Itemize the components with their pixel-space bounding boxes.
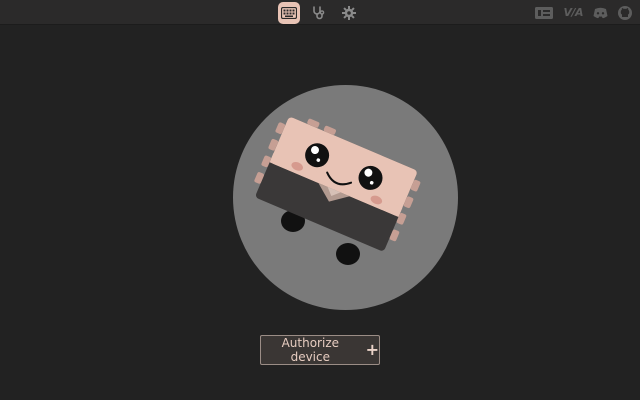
discord-icon xyxy=(593,7,608,18)
github-icon xyxy=(618,5,632,20)
mascot-circle xyxy=(233,85,458,310)
nav-debug-button[interactable] xyxy=(308,2,330,24)
github-link[interactable] xyxy=(618,2,632,24)
via-logo-text: V/A xyxy=(563,6,583,19)
via-link[interactable]: V/A xyxy=(563,2,583,24)
main-nav xyxy=(278,1,368,24)
nav-keyboard-button[interactable] xyxy=(278,1,300,24)
top-navigation-bar: V/A xyxy=(0,0,640,25)
plus-icon: + xyxy=(365,340,379,359)
external-links: V/A xyxy=(525,1,632,24)
stethoscope-icon xyxy=(313,5,325,19)
keyboard-layout-link[interactable] xyxy=(535,2,554,24)
keyboard-mascot-illustration xyxy=(254,117,421,265)
keyboard-icon xyxy=(281,6,297,19)
discord-link[interactable] xyxy=(593,2,608,24)
gear-icon xyxy=(342,5,356,20)
authorize-device-label: Authorize device xyxy=(281,336,339,364)
nav-settings-button[interactable] xyxy=(338,2,360,24)
app-root: V/A Authorize device + xyxy=(0,0,640,400)
keyboard-layout-icon xyxy=(535,6,554,19)
authorize-device-button[interactable]: Authorize device + xyxy=(260,335,380,365)
